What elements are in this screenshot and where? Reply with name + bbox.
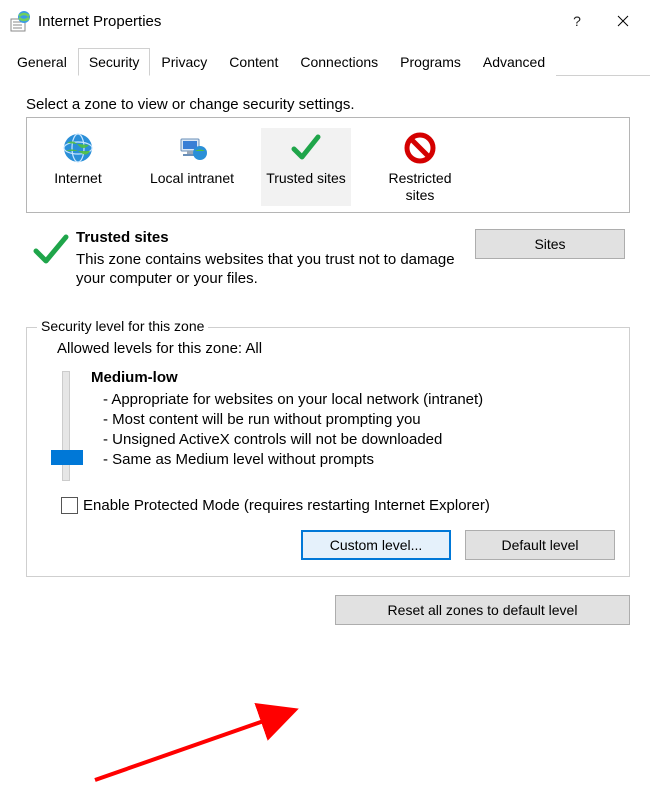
zone-desc-body: This zone contains websites that you tru… [76,250,465,289]
reset-all-zones-button[interactable]: Reset all zones to default level [335,595,630,625]
tab-advanced[interactable]: Advanced [472,48,556,76]
level-bullet: - Appropriate for websites on your local… [103,390,615,410]
tab-content[interactable]: Content [218,48,289,76]
sites-button[interactable]: Sites [475,229,625,259]
protected-mode-label: Enable Protected Mode (requires restarti… [83,497,490,514]
internet-options-icon [10,10,32,32]
zone-internet[interactable]: Internet [33,128,123,206]
tab-privacy[interactable]: Privacy [150,48,218,76]
level-name: Medium-low [91,369,615,386]
tab-security[interactable]: Security [78,48,151,76]
level-bullet: - Most content will be run without promp… [103,410,615,430]
allowed-levels: Allowed levels for this zone: All [57,340,615,357]
zone-list: Internet Local intranet Tru [26,117,630,213]
close-button[interactable] [600,6,646,36]
zone-local-intranet[interactable]: Local intranet [147,128,237,206]
protected-mode-checkbox[interactable] [61,497,78,514]
intranet-icon [174,130,210,166]
zone-label: Trusted sites [266,170,346,187]
default-level-button[interactable]: Default level [465,530,615,560]
tab-programs[interactable]: Programs [389,48,472,76]
level-bullet: - Unsigned ActiveX controls will not be … [103,430,615,450]
window-title: Internet Properties [38,13,554,30]
zone-selected-icon [26,229,76,271]
tab-general[interactable]: General [6,48,78,76]
zone-label: Local intranet [150,170,234,187]
restricted-icon [402,130,438,166]
zone-restricted-sites[interactable]: Restricted sites [375,128,465,206]
zone-desc-title: Trusted sites [76,229,465,246]
security-level-legend: Security level for this zone [37,318,208,334]
level-bullet: - Same as Medium level without prompts [103,450,615,470]
zone-trusted-sites[interactable]: Trusted sites [261,128,351,206]
annotation-arrow [90,680,320,790]
custom-level-button[interactable]: Custom level... [301,530,451,560]
tab-connections[interactable]: Connections [289,48,389,76]
tab-strip: General Security Privacy Content Connect… [6,46,650,76]
zone-label: Internet [54,170,101,187]
security-slider[interactable] [41,367,91,481]
zone-label: Restricted sites [377,170,463,204]
checkmark-icon [288,130,324,166]
zone-prompt: Select a zone to view or change security… [26,96,630,113]
slider-thumb[interactable] [51,450,83,465]
globe-icon [60,130,96,166]
help-button[interactable]: ? [554,6,600,36]
